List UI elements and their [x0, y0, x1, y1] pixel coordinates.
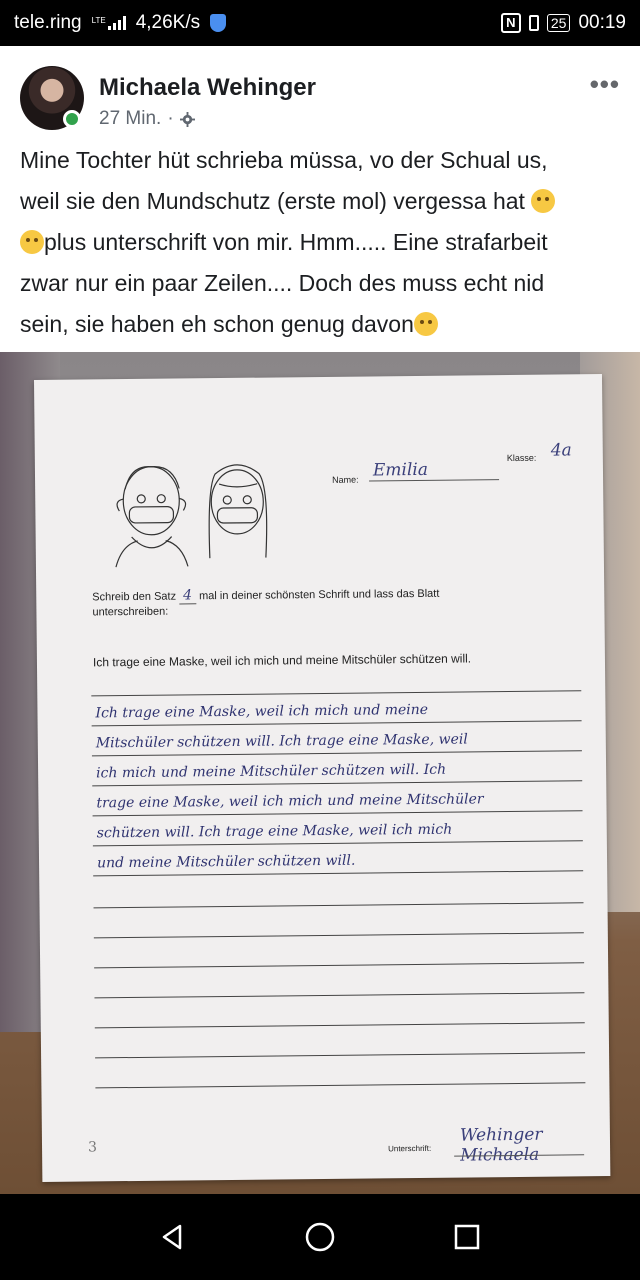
gear-icon — [179, 111, 195, 127]
page-mark: 3 — [87, 1139, 98, 1156]
clock: 00:19 — [578, 12, 626, 33]
worksheet-paper: Name: Emilia Klasse: 4a Schreib den Satz… — [34, 374, 611, 1182]
klasse-value: 4a — [550, 440, 572, 461]
writing-line — [95, 1082, 586, 1089]
klasse-label: Klasse: — [506, 452, 537, 464]
pensive-face-emoji-icon — [413, 312, 438, 336]
meta-separator: · — [167, 108, 174, 129]
vibrate-icon — [528, 15, 539, 31]
online-status-dot — [63, 110, 81, 128]
model-sentence: Ich trage eine Maske, weil ich mich und … — [92, 651, 472, 670]
post-header: Michaela Wehinger 27 Min. · ••• — [0, 46, 640, 142]
name-value: Emilia — [372, 459, 429, 481]
post-line: zwar nur ein paar Zeilen.... Doch des mu… — [20, 270, 545, 296]
signature-value: Wehinger Michaela — [459, 1124, 543, 1166]
writing-line — [91, 720, 582, 727]
more-dots-icon[interactable]: ••• — [590, 71, 620, 97]
worksheet-instruction: Schreib den Satz 4 mal in deiner schönst… — [92, 587, 440, 619]
writing-line — [93, 870, 584, 877]
children-with-masks-illustration — [115, 464, 268, 568]
writing-line — [91, 690, 582, 697]
handwritten-line: Ich trage eine Maske, weil ich mich und … — [95, 701, 429, 722]
post-line: weil sie den Mundschutz (erste mol) verg… — [20, 181, 624, 222]
carrier-name: tele.ring — [14, 12, 82, 33]
handwritten-line: schützen will. Ich trage eine Maske, wei… — [96, 821, 453, 842]
writing-line — [93, 932, 584, 939]
security-shield-icon — [210, 14, 227, 32]
name-label: Name: — [332, 474, 359, 485]
battery-level: 25 — [550, 15, 567, 31]
post-meta: 27 Min. · — [99, 108, 195, 130]
hushed-face-emoji-icon — [531, 189, 556, 213]
writing-line — [93, 902, 584, 909]
post-line: plus unterschrift von mir. Hmm..... Eine… — [20, 222, 624, 263]
writing-line — [94, 962, 585, 969]
navigation-bar — [0, 1194, 640, 1280]
network-badge: LTE — [91, 16, 106, 25]
writing-line — [94, 992, 585, 999]
repeat-count: 4 — [179, 587, 197, 605]
post-line: Mine Tochter hüt schrieba müssa, vo der … — [20, 147, 548, 173]
recents-icon[interactable] — [447, 1217, 487, 1257]
handwritten-line: ich mich und meine Mitschüler schützen w… — [96, 761, 447, 782]
handwritten-line: Mitschüler schützen will. Ich trage eine… — [95, 731, 468, 752]
handwritten-line: und meine Mitschüler schützen will. — [96, 852, 356, 872]
writing-line — [91, 750, 582, 757]
post-text: Mine Tochter hüt schrieba müssa, vo der … — [20, 140, 624, 345]
network-speed: 4,26K/s — [135, 12, 201, 33]
post-time[interactable]: 27 Min. — [99, 108, 161, 130]
writing-line — [92, 810, 583, 817]
signal-icon: LTE — [92, 16, 126, 30]
grimacing-face-emoji-icon — [20, 230, 44, 254]
writing-line — [94, 1022, 585, 1029]
nfc-icon: N — [500, 13, 521, 33]
author-name[interactable]: Michaela Wehinger — [99, 74, 316, 102]
post-photo[interactable]: Name: Emilia Klasse: 4a Schreib den Satz… — [0, 352, 640, 1194]
back-icon[interactable] — [153, 1217, 193, 1257]
status-bar: tele.ring LTE 4,26K/s N 25 00:19 — [0, 0, 640, 46]
home-icon[interactable] — [300, 1217, 340, 1257]
handwritten-line: trage eine Maske, weil ich mich und mein… — [96, 791, 484, 812]
post-line: sein, sie haben eh schon genug davon — [20, 304, 624, 345]
writing-line — [92, 780, 583, 787]
writing-line — [92, 840, 583, 847]
battery-icon: 25 — [546, 14, 571, 32]
writing-line — [95, 1052, 586, 1059]
signature-label: Unterschrift: — [388, 1143, 432, 1154]
